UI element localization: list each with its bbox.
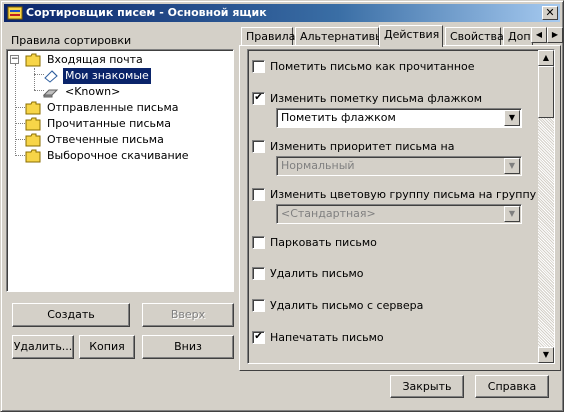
- checkbox-delete[interactable]: [252, 267, 265, 280]
- tab-properties[interactable]: Свойства: [445, 27, 504, 45]
- window-title: Сортировщик писем - Основной ящик: [26, 6, 267, 19]
- flag-select-value: Пометить флажком: [281, 111, 396, 124]
- create-button[interactable]: Создать: [12, 303, 130, 327]
- folder-icon: [25, 101, 41, 115]
- chevron-down-icon[interactable]: ▼: [504, 110, 520, 126]
- rule-icon: [44, 70, 58, 83]
- checkbox-print[interactable]: ✔: [252, 331, 265, 344]
- tab-actions[interactable]: Действия: [379, 25, 443, 47]
- flag-select[interactable]: Пометить флажком ▼: [276, 108, 522, 128]
- eraser-icon: [43, 89, 59, 98]
- checkbox-delete-from-server[interactable]: [252, 299, 265, 312]
- rules-tree[interactable]: − Входящая почта Мои знакомые <Known> От…: [6, 49, 234, 292]
- checkbox-mark-read[interactable]: [252, 60, 265, 73]
- tab-scroll-left-icon[interactable]: ◀: [531, 27, 547, 43]
- folder-icon: [25, 117, 41, 131]
- delete-rule-button[interactable]: Удалить...: [12, 335, 74, 359]
- action-label: Изменить приоритет письма на: [270, 140, 455, 153]
- close-window-button[interactable]: ✕: [542, 6, 558, 20]
- folder-icon: [25, 149, 41, 163]
- tree-item-label: Отвеченные письма: [47, 133, 164, 146]
- checkbox-park[interactable]: [252, 236, 265, 249]
- action-label: Напечатать письмо: [270, 331, 384, 344]
- chevron-down-icon[interactable]: ▼: [504, 206, 520, 222]
- move-up-button[interactable]: Вверх: [142, 303, 234, 327]
- copy-button[interactable]: Копия: [79, 335, 135, 359]
- scroll-up-icon[interactable]: ▲: [538, 50, 554, 66]
- tab-additional[interactable]: Доп: [503, 27, 533, 45]
- action-label: Изменить пометку письма флажком: [270, 92, 483, 105]
- checkbox-change-color-group[interactable]: [252, 188, 265, 201]
- help-button[interactable]: Справка: [475, 375, 549, 398]
- move-down-button[interactable]: Вниз: [142, 335, 234, 359]
- checkbox-change-flag[interactable]: ✔: [252, 92, 265, 105]
- action-label: Удалить письмо с сервера: [270, 299, 424, 312]
- color-group-select[interactable]: <Стандартная> ▼: [276, 204, 522, 224]
- priority-select-value: Нормальный: [281, 159, 355, 172]
- tab-rules[interactable]: Правила: [241, 27, 295, 45]
- scroll-thumb[interactable]: [538, 66, 554, 118]
- chevron-down-icon[interactable]: ▼: [504, 158, 520, 174]
- action-label: Удалить письмо: [270, 267, 364, 280]
- folder-icon: [25, 53, 41, 67]
- close-button[interactable]: Закрыть: [390, 375, 464, 398]
- title-bar[interactable]: Сортировщик писем - Основной ящик ✕: [4, 4, 560, 22]
- priority-select[interactable]: Нормальный ▼: [276, 156, 522, 176]
- tree-item-label: Мои знакомые: [63, 68, 151, 84]
- rules-label: Правила сортировки: [11, 34, 132, 47]
- actions-list[interactable]: Пометить письмо как прочитанное ✔ Измени…: [247, 49, 555, 364]
- folder-icon: [25, 133, 41, 147]
- tree-item-label: Выборочное скачивание: [47, 149, 189, 162]
- tree-item-label: Прочитанные письма: [47, 117, 172, 130]
- tab-alternatives[interactable]: Альтернативы: [295, 27, 384, 45]
- color-group-select-value: <Стандартная>: [281, 207, 376, 220]
- tree-item-label: Отправленные письма: [47, 101, 179, 114]
- action-label: Парковать письмо: [270, 236, 377, 249]
- action-label: Изменить цветовую группу письма на групп…: [270, 188, 537, 201]
- app-icon: [7, 6, 23, 20]
- actions-scrollbar[interactable]: ▲ ▼: [538, 50, 554, 363]
- tab-scroll-right-icon[interactable]: ▶: [547, 27, 563, 43]
- scroll-down-icon[interactable]: ▼: [538, 347, 554, 363]
- action-label: Пометить письмо как прочитанное: [270, 60, 475, 73]
- sorter-window: Сортировщик писем - Основной ящик ✕ Прав…: [0, 0, 564, 412]
- checkbox-change-priority[interactable]: [252, 140, 265, 153]
- tree-item-label: <Known>: [65, 85, 121, 98]
- collapse-inbox-icon[interactable]: −: [10, 55, 19, 64]
- tree-item-label: Входящая почта: [47, 53, 143, 66]
